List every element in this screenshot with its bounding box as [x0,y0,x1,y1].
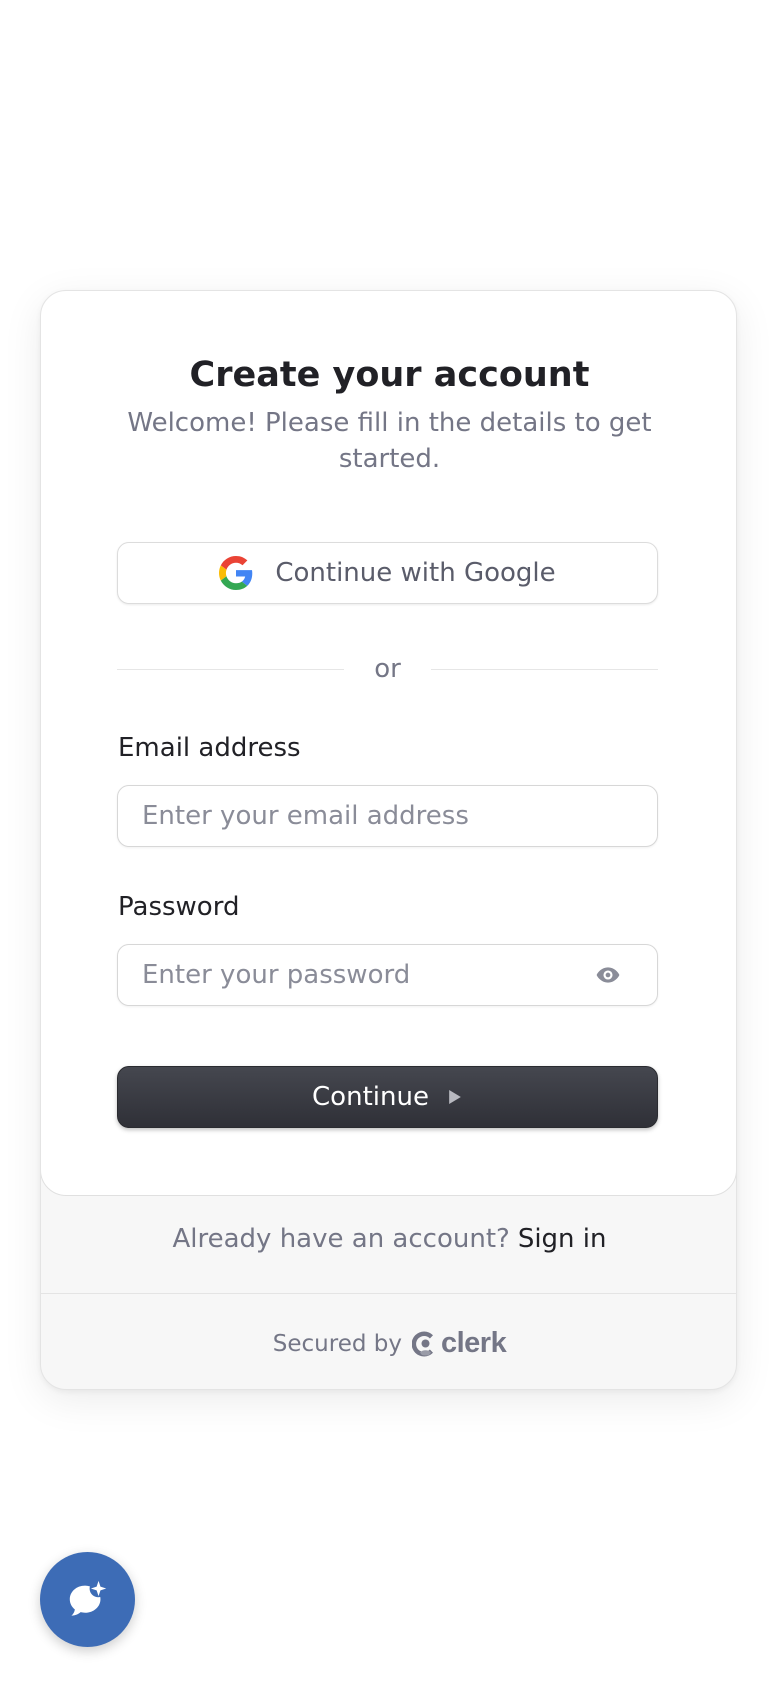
signin-prompt-text: Already have an account? [172,1224,510,1254]
continue-button-label: Continue [312,1082,429,1112]
play-arrow-icon [449,1090,463,1104]
chat-bubble-sparkle-icon [65,1577,111,1623]
clerk-brand-text: clerk [440,1327,507,1359]
secured-by-row: Secured by clerk [41,1327,736,1360]
continue-with-google-button[interactable]: Continue with Google [117,542,658,604]
signup-form-panel: Create your account Welcome! Please fill… [41,291,736,1196]
divider-line-right [430,668,659,670]
signup-card: Create your account Welcome! Please fill… [40,290,737,1390]
google-button-label: Continue with Google [275,558,556,588]
page-subtitle: Welcome! Please fill in the details to g… [127,408,652,474]
clerk-logo-icon [411,1330,438,1358]
clerk-logo[interactable]: clerk [411,1327,507,1360]
email-input[interactable] [118,786,657,846]
continue-button[interactable]: Continue [117,1066,658,1128]
email-field-wrapper [117,785,658,847]
password-label: Password [118,892,240,922]
eye-icon[interactable] [593,960,623,990]
or-divider: or [117,653,659,685]
divider-line-left [117,668,345,670]
password-field-wrapper [117,944,658,1006]
footer-divider [41,1293,736,1294]
secured-by-text: Secured by [272,1330,402,1357]
signin-link[interactable]: Sign in [518,1224,607,1254]
chat-launcher-button[interactable] [40,1552,135,1647]
signin-prompt-row: Already have an account? Sign in [41,1221,736,1257]
email-label: Email address [118,733,301,763]
divider-text: or [374,654,401,684]
password-input[interactable] [118,945,593,1005]
page-title: Create your account [189,355,590,395]
google-icon [219,556,253,590]
